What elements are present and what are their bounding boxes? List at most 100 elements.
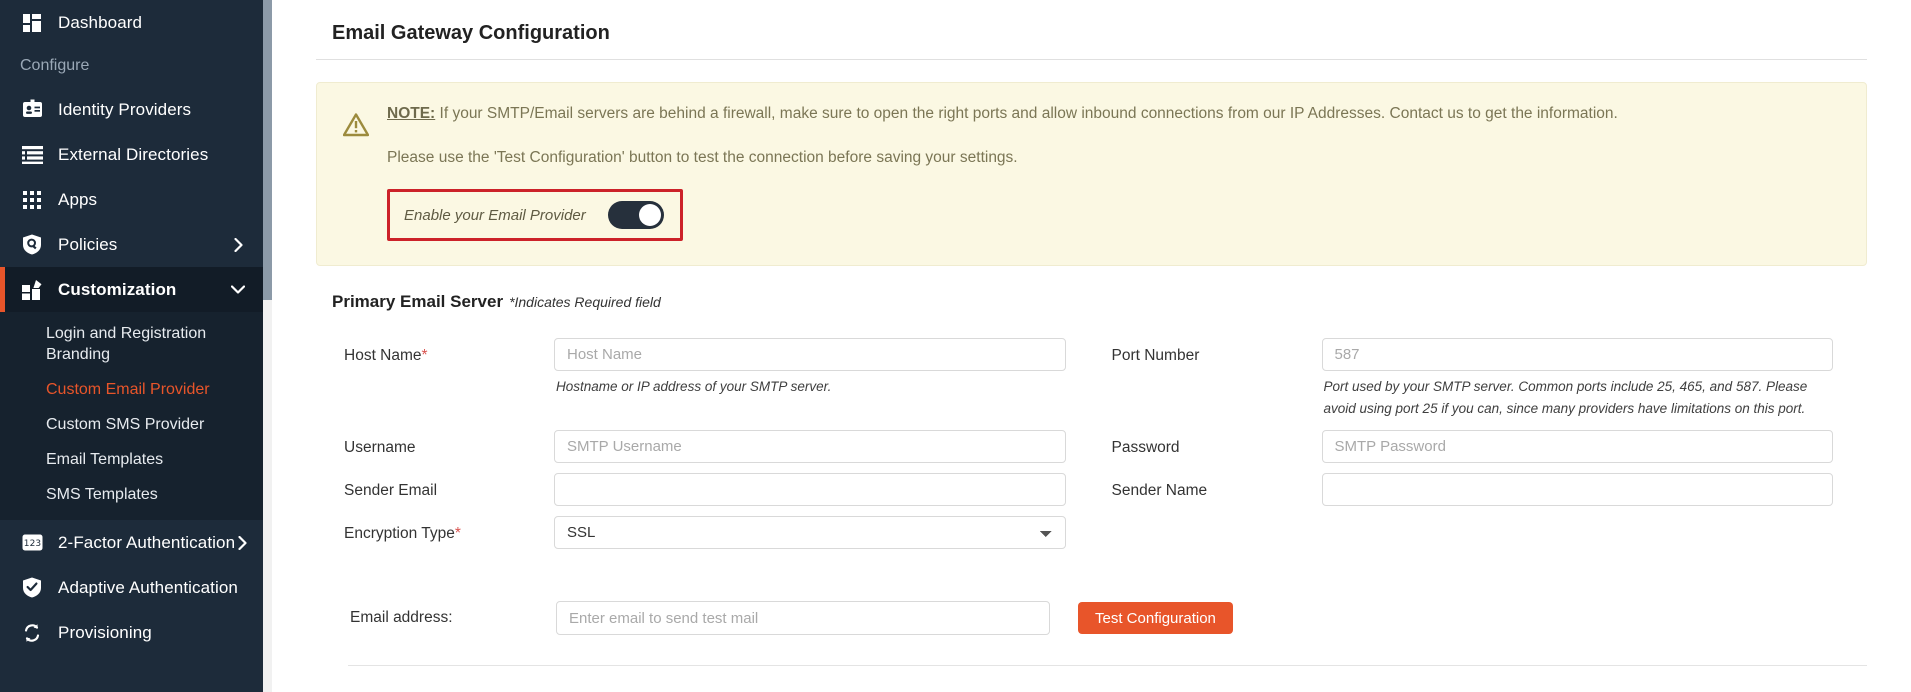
sidebar-subitem-custom-sms-provider[interactable]: Custom SMS Provider (0, 407, 263, 442)
section-header: Primary Email Server *Indicates Required … (332, 292, 1867, 312)
warning-triangle-icon (343, 103, 379, 241)
list-icon (20, 143, 44, 167)
required-asterisk: * (422, 347, 428, 364)
sidebar-item-external-directories[interactable]: External Directories (0, 132, 263, 177)
port-number-input[interactable] (1322, 338, 1834, 371)
sidebar-item-provisioning[interactable]: Provisioning (0, 610, 263, 655)
chevron-right-icon (231, 626, 245, 640)
form-column-right-4 (1100, 516, 1868, 559)
page-scrollbar-thumb[interactable] (263, 0, 272, 300)
sidebar-subitem-custom-email-provider[interactable]: Custom Email Provider (0, 372, 263, 407)
test-email-input[interactable] (556, 601, 1050, 635)
form-column-right-3: Sender Name (1100, 473, 1868, 516)
shield-search-icon (20, 233, 44, 257)
enable-email-provider-toggle[interactable] (608, 201, 664, 229)
main-content: Email Gateway Configuration NOTE: If you… (272, 0, 1911, 692)
form-column-left: Host Name* Hostname or IP address of you… (332, 338, 1100, 430)
shield-check-icon (20, 576, 44, 600)
form-grid-row-1: Host Name* Hostname or IP address of you… (332, 338, 1867, 430)
form-column-right-2: Password (1100, 430, 1868, 473)
sidebar-subitem-sms-templates[interactable]: SMS Templates (0, 477, 263, 512)
customization-icon (20, 278, 44, 302)
form-column-left-3: Sender Email (332, 473, 1100, 516)
page-scrollbar[interactable] (263, 0, 272, 692)
sidebar: Dashboard Configure Identity Providers (0, 0, 263, 692)
note-line-1: NOTE: If your SMTP/Email servers are beh… (387, 103, 1842, 125)
test-configuration-button[interactable]: Test Configuration (1078, 602, 1233, 634)
sender-name-field-cell (1322, 473, 1868, 506)
bottom-divider (348, 665, 1867, 666)
enable-email-provider-label: Enable your Email Provider (404, 207, 586, 224)
sidebar-item-customization[interactable]: Customization (0, 267, 263, 312)
note-label: NOTE: (387, 105, 435, 122)
chevron-down-icon (231, 283, 245, 297)
sidebar-item-dashboard[interactable]: Dashboard (0, 0, 263, 45)
form-column-left-4: Encryption Type* SSL (332, 516, 1100, 559)
host-name-field-cell: Hostname or IP address of your SMTP serv… (554, 338, 1100, 398)
host-name-label: Host Name* (332, 338, 554, 365)
sender-name-input[interactable] (1322, 473, 1834, 506)
username-label: Username (332, 430, 554, 457)
chevron-right-icon (238, 581, 252, 595)
form-row-port-number: Port Number Port used by your SMTP serve… (1100, 338, 1868, 420)
form-grid-row-4: Encryption Type* SSL (332, 516, 1867, 559)
sidebar-submenu-customization: Login and Registration Branding Custom E… (0, 312, 263, 520)
password-input[interactable] (1322, 430, 1834, 463)
sidebar-item-adaptive-authentication[interactable]: Adaptive Authentication (0, 565, 263, 610)
required-hint: *Indicates Required field (509, 294, 661, 310)
form-grid-row-2: Username Password (332, 430, 1867, 473)
sidebar-item-label: Dashboard (58, 13, 245, 33)
host-name-label-text: Host Name (344, 347, 422, 364)
sidebar-item-apps[interactable]: Apps (0, 177, 263, 222)
chevron-right-icon (231, 148, 245, 162)
encryption-type-label-text: Encryption Type (344, 525, 455, 542)
sidebar-item-label: Identity Providers (58, 100, 231, 120)
test-configuration-row: Email address: Test Configuration (332, 559, 1867, 635)
grid-apps-icon (20, 188, 44, 212)
note-banner: NOTE: If your SMTP/Email servers are beh… (316, 82, 1867, 266)
required-asterisk: * (455, 525, 461, 542)
sender-name-label: Sender Name (1100, 473, 1322, 500)
note-body: NOTE: If your SMTP/Email servers are beh… (379, 103, 1842, 241)
port-number-helper: Port used by your SMTP server. Common po… (1322, 376, 1834, 420)
host-name-input[interactable] (554, 338, 1066, 371)
form-row-password: Password (1100, 430, 1868, 463)
username-field-cell (554, 430, 1100, 463)
section-title: Primary Email Server (332, 292, 503, 311)
form-row-encryption-type: Encryption Type* SSL (332, 516, 1100, 549)
chevron-right-icon (231, 238, 245, 252)
form-column-left-2: Username (332, 430, 1100, 473)
encryption-type-select[interactable]: SSL (554, 516, 1066, 549)
form-row-sender-email: Sender Email (332, 473, 1100, 506)
sender-email-label: Sender Email (332, 473, 554, 500)
toggle-knob (639, 204, 661, 226)
sidebar-item-label: External Directories (58, 145, 231, 165)
sidebar-item-label: 2-Factor Authentication (58, 533, 235, 553)
note-line-2: Please use the 'Test Configuration' butt… (387, 147, 1842, 169)
sidebar-subitem-email-templates[interactable]: Email Templates (0, 442, 263, 477)
sidebar-item-label: Provisioning (58, 623, 231, 643)
chevron-right-icon (231, 193, 245, 207)
sidebar-subitem-login-and-registration-branding[interactable]: Login and Registration Branding (0, 316, 263, 372)
sender-email-input[interactable] (554, 473, 1066, 506)
sidebar-item-identity-providers[interactable]: Identity Providers (0, 87, 263, 132)
form-row-username: Username (332, 430, 1100, 463)
chevron-right-icon (231, 103, 245, 117)
page-title: Email Gateway Configuration (316, 0, 1867, 59)
svg-text:123: 123 (23, 539, 40, 549)
sync-icon (20, 621, 44, 645)
encryption-type-field-cell: SSL (554, 516, 1100, 549)
form-grid-row-3: Sender Email Sender Name (332, 473, 1867, 516)
primary-email-server-form: Primary Email Server *Indicates Required … (316, 266, 1867, 666)
sender-email-field-cell (554, 473, 1100, 506)
host-name-helper: Hostname or IP address of your SMTP serv… (554, 376, 1066, 398)
app-root: Dashboard Configure Identity Providers (0, 0, 1911, 692)
port-number-field-cell: Port used by your SMTP server. Common po… (1322, 338, 1868, 420)
dashboard-icon (20, 11, 44, 35)
sidebar-item-policies[interactable]: Policies (0, 222, 263, 267)
username-input[interactable] (554, 430, 1066, 463)
form-column-right: Port Number Port used by your SMTP serve… (1100, 338, 1868, 430)
form-row-sender-name: Sender Name (1100, 473, 1868, 506)
sidebar-item-2-factor-authentication[interactable]: 123 2-Factor Authentication (0, 520, 263, 565)
sidebar-item-label: Customization (58, 280, 231, 300)
